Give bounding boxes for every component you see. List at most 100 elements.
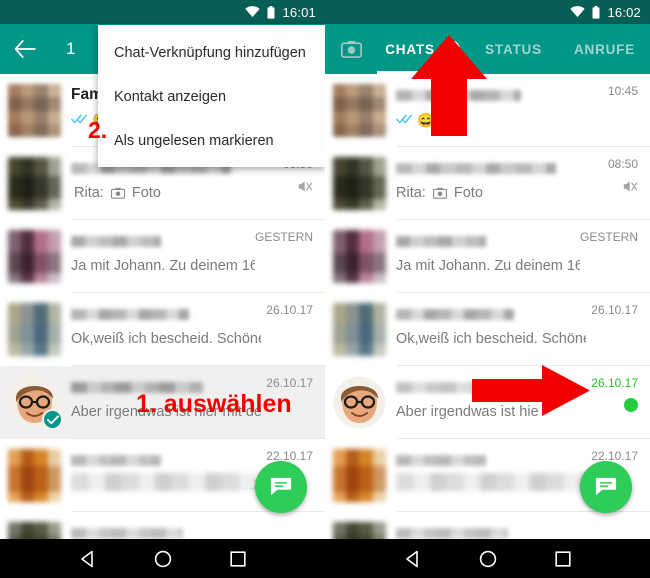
nav-recents-icon[interactable] <box>230 550 246 567</box>
chat-list-item[interactable]: Fahre 10.15 los. 😊 <box>0 512 325 539</box>
avatar[interactable] <box>8 84 61 137</box>
annotation-step-1-label: 1. auswählen <box>136 390 292 418</box>
chat-timestamp: GESTERN <box>254 230 313 244</box>
nav-home-icon[interactable] <box>479 550 497 568</box>
chat-list-item[interactable]: Fahre 10.15 los. 😊 <box>325 512 650 539</box>
tab-label: STATUS <box>485 41 542 57</box>
chat-item-meta: GESTERN <box>580 230 638 244</box>
avatar-image <box>333 376 386 429</box>
mute-icon <box>622 179 638 199</box>
chat-name-blurred <box>71 309 189 320</box>
avatar[interactable] <box>333 157 386 210</box>
chat-item-meta: 26.10.17 <box>261 376 313 390</box>
context-menu[interactable]: Chat-Verknüpfung hinzufügen Kontakt anze… <box>98 25 325 167</box>
chat-timestamp: 08:50 <box>607 157 638 171</box>
chat-timestamp: 26.10.17 <box>266 303 313 317</box>
tab-camera[interactable] <box>325 40 377 58</box>
menu-item-add-chat-shortcut[interactable]: Chat-Verknüpfung hinzufügen <box>98 31 325 75</box>
avatar-image <box>8 522 61 539</box>
chat-timestamp: 26.10.17 <box>591 303 638 317</box>
chat-list-item[interactable]: Ok,weiß ich bescheid. Schönen aben… 26.1… <box>325 293 650 366</box>
chat-item-body <box>396 449 611 502</box>
avatar-image <box>8 157 61 210</box>
camera-icon <box>340 40 362 58</box>
chat-preview: Ok,weiß ich bescheid. Schönen aben… <box>396 331 586 347</box>
chat-name-blurred <box>396 309 514 320</box>
chat-item-meta: 26.10.17 <box>586 303 638 317</box>
nav-back-icon[interactable] <box>404 550 422 568</box>
new-chat-fab[interactable] <box>580 461 632 513</box>
new-chat-icon <box>595 477 617 496</box>
avatar-image <box>8 84 61 137</box>
chat-item-body: Ja mit Johann. Zu deinem 16. Geburt… <box>396 230 580 283</box>
chat-list-item[interactable]: Ok,weiß ich bescheid. Schönen aben… 26.1… <box>0 293 325 366</box>
right-chat-list[interactable]: 😄 10:45 Rita: Foto 08:50 Ja mit Johann. … <box>325 74 650 539</box>
chat-list-item[interactable]: Ja mit Johann. Zu deinem 16. Geburt… GES… <box>325 220 650 293</box>
chat-preview-text: Ja mit Johann. Zu deinem 16. Geburt… <box>71 258 255 274</box>
chat-preview-text: Ja mit Johann. Zu deinem 16. Geburt… <box>396 258 580 274</box>
avatar[interactable] <box>8 376 63 430</box>
chat-name-blurred <box>71 455 161 466</box>
chat-timestamp: 26.10.17 <box>591 376 638 390</box>
avatar-image <box>8 303 61 356</box>
chat-item-body: Ja mit Johann. Zu deinem 16. Geburt… <box>71 230 255 283</box>
chat-name-blurred <box>396 163 556 174</box>
avatar[interactable] <box>333 230 386 283</box>
menu-item-show-contact[interactable]: Kontakt anzeigen <box>98 75 325 119</box>
new-chat-fab[interactable] <box>255 461 307 513</box>
chat-name-blurred <box>71 528 183 539</box>
avatar-image <box>8 230 61 283</box>
preview-blur-overlay <box>71 473 256 491</box>
new-chat-icon <box>270 477 292 496</box>
back-arrow-icon[interactable] <box>14 40 36 58</box>
menu-item-mark-unread[interactable]: Als ungelesen markieren <box>98 119 325 163</box>
avatar[interactable] <box>333 376 386 429</box>
nav-recents-icon[interactable] <box>555 550 571 567</box>
chat-item-body: Rita: Foto <box>396 157 586 210</box>
avatar[interactable] <box>8 230 61 283</box>
chat-timestamp: GESTERN <box>579 230 638 244</box>
chat-list-item[interactable]: Ja mit Johann. Zu deinem 16. Geburt… GES… <box>0 220 325 293</box>
battery-icon <box>592 5 600 19</box>
avatar[interactable] <box>333 522 386 539</box>
chat-item-body: Ok,weiß ich bescheid. Schönen aben… <box>396 303 586 356</box>
chat-item-meta: GESTERN <box>255 230 313 244</box>
chat-timestamp: 26.10.17 <box>266 376 313 390</box>
chat-name-blurred <box>396 236 486 247</box>
avatar[interactable] <box>8 303 61 356</box>
nav-back-icon[interactable] <box>79 550 97 568</box>
wifi-icon <box>245 6 261 18</box>
nav-right <box>325 539 650 578</box>
mute-icon <box>297 179 313 199</box>
tab-calls[interactable]: ANRUFE <box>559 24 650 74</box>
chat-preview-text: Ok,weiß ich bescheid. Schönen aben… <box>396 331 586 347</box>
avatar[interactable] <box>8 522 61 539</box>
status-time: 16:02 <box>607 4 641 20</box>
chat-item-meta: 26.10.17 <box>261 303 313 317</box>
tab-label: ANRUFE <box>573 41 636 57</box>
chat-list-item[interactable]: Rita: Foto 08:50 <box>325 147 650 220</box>
battery-icon <box>267 5 275 19</box>
chat-item-meta: 26.10.17 <box>586 376 638 412</box>
avatar[interactable] <box>333 84 386 137</box>
chat-preview-text: Ok,weiß ich bescheid. Schönen aben… <box>71 331 261 347</box>
avatar-image <box>333 230 386 283</box>
avatar-image <box>8 449 61 502</box>
nav-home-icon[interactable] <box>154 550 172 568</box>
chat-preview-text: Rita: <box>396 185 430 201</box>
avatar[interactable] <box>8 157 61 210</box>
annotation-arrow-up <box>411 35 487 136</box>
avatar[interactable] <box>333 303 386 356</box>
avatar[interactable] <box>333 449 386 502</box>
chat-item-body: Fahre 10.15 los. 😊 <box>71 522 261 539</box>
chat-item-body: 4hXoY <box>71 449 261 502</box>
selected-check-badge <box>42 409 63 430</box>
chat-item-meta: 08:50 <box>586 157 638 199</box>
avatar-image <box>333 449 386 502</box>
chat-timestamp: 10:45 <box>607 84 638 98</box>
avatar[interactable] <box>8 449 61 502</box>
chat-name-blurred <box>396 455 486 466</box>
chat-preview: Rita: Foto Rita: Foto <box>71 185 261 201</box>
status-time: 16:01 <box>282 4 316 20</box>
right-status-bar: 16:02 <box>325 0 650 24</box>
